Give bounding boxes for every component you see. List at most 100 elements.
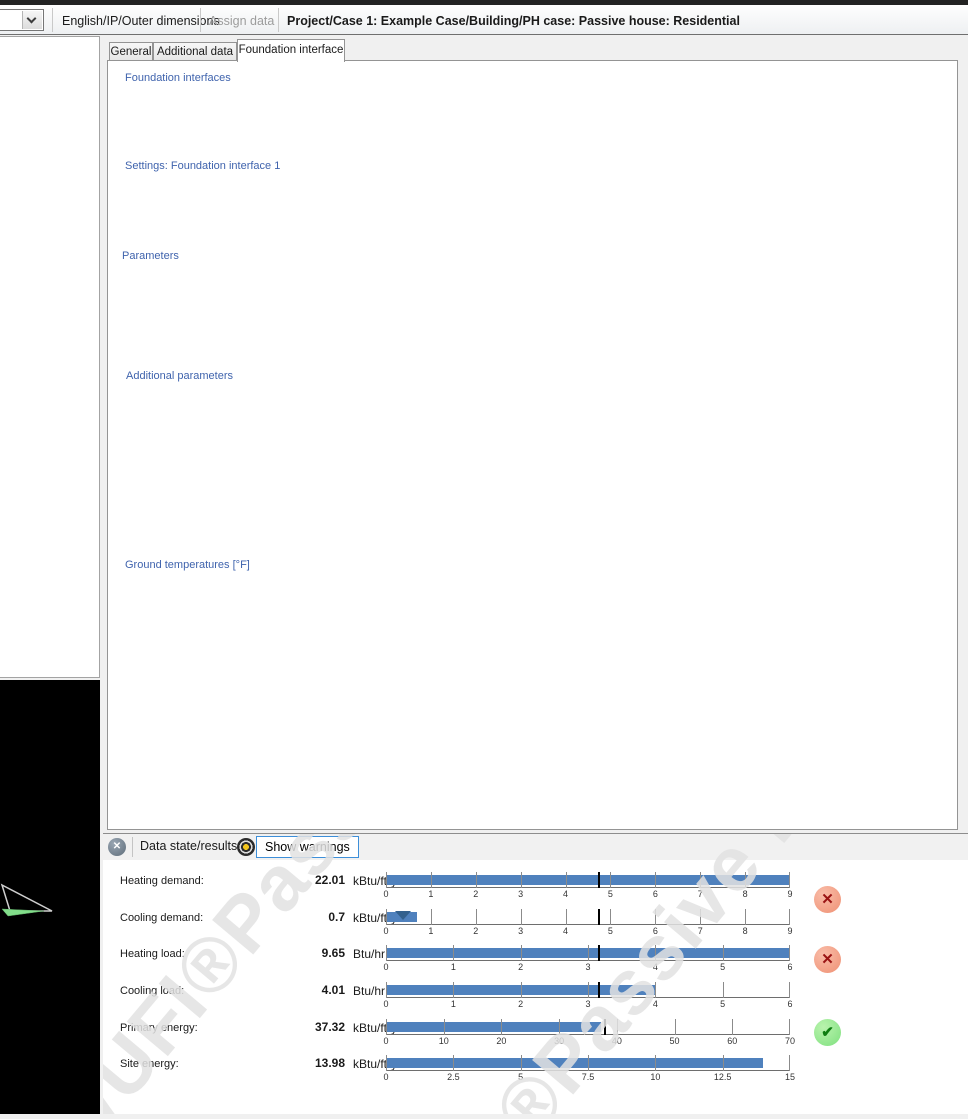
result-label: Heating load: <box>120 948 185 960</box>
tab-additional-data[interactable]: Additional data <box>153 42 237 61</box>
axis-tick-label: 7 <box>698 889 703 899</box>
result-label: Cooling load: <box>120 985 184 997</box>
axis-tick <box>610 909 611 925</box>
axis-tick <box>789 982 790 998</box>
axis-tick <box>386 872 387 888</box>
axis-tick <box>566 872 567 888</box>
axis-tick <box>521 1055 522 1071</box>
axis-tick-label: 1 <box>428 926 433 936</box>
axis-tick-label: 70 <box>785 1036 795 1046</box>
axis-tick-label: 2 <box>473 926 478 936</box>
value-bar <box>386 1022 601 1032</box>
axis-tick <box>453 945 454 961</box>
axis-tick-label: 4 <box>653 999 658 1009</box>
axis-tick-label: 7.5 <box>582 1072 595 1082</box>
result-value: 13.98 <box>261 1056 345 1070</box>
group-title: Additional parameters <box>122 370 237 382</box>
axis-labels: 0123456 <box>386 999 796 1010</box>
result-label: Site energy: <box>120 1058 179 1070</box>
results-charts-area: Heating demand:22.01kBtu/ft²yr0123456789… <box>103 860 968 1114</box>
chevron-down-icon[interactable] <box>22 11 42 29</box>
axis-labels: 02.557.51012.515 <box>386 1072 796 1083</box>
result-bar-chart <box>386 909 790 925</box>
fail-status-icon: ✕ <box>814 946 841 973</box>
tab-foundation-interface[interactable]: Foundation interface <box>237 39 345 62</box>
group-title: Foundation interfaces <box>121 72 235 84</box>
axis-tick-label: 12.5 <box>714 1072 732 1082</box>
axis-tick <box>655 945 656 961</box>
axis-tick-label: 6 <box>653 926 658 936</box>
close-icon[interactable]: ✕ <box>108 838 126 856</box>
axis-tick-label: 10 <box>439 1036 449 1046</box>
menu-language-mode[interactable]: English/IP/Outer dimensions <box>62 14 220 28</box>
axis-tick <box>745 909 746 925</box>
axis-tick-label: 9 <box>787 926 792 936</box>
axis-tick <box>723 945 724 961</box>
axis-tick-label: 9 <box>787 889 792 899</box>
axis-tick <box>789 945 790 961</box>
limit-marker <box>598 945 600 961</box>
axis-tick-label: 3 <box>585 962 590 972</box>
axis-tick-label: 40 <box>612 1036 622 1046</box>
axis-tick-label: 8 <box>743 889 748 899</box>
toolbar-separator <box>200 8 201 32</box>
axis-tick-label: 0 <box>383 1072 388 1082</box>
axis-tick <box>789 1019 790 1035</box>
axis-tick <box>655 1055 656 1071</box>
axis-tick <box>789 872 790 888</box>
axis-tick <box>386 945 387 961</box>
axis-tick <box>700 909 701 925</box>
axis-tick <box>745 872 746 888</box>
axis-labels: 0123456789 <box>386 926 796 937</box>
results-panel-title: Data state/results <box>140 839 237 853</box>
axis-tick <box>723 1055 724 1071</box>
axis-tick-label: 1 <box>451 999 456 1009</box>
result-bar-chart <box>386 872 790 888</box>
axis-tick-label: 4 <box>563 926 568 936</box>
axis-tick-label: 0 <box>383 889 388 899</box>
results-panel-header: ✕ Data state/results Show warnings <box>103 834 968 860</box>
result-bar-chart <box>386 1019 790 1035</box>
axis-tick-label: 6 <box>653 889 658 899</box>
axis-tick <box>655 982 656 998</box>
axis-tick <box>521 872 522 888</box>
axis-tick-label: 15 <box>785 1072 795 1082</box>
show-warnings-button[interactable]: Show warnings <box>256 836 359 858</box>
toolbar-combobox[interactable] <box>0 9 44 31</box>
axis-tick <box>617 1019 618 1035</box>
axis-tick <box>610 872 611 888</box>
axis-tick <box>700 872 701 888</box>
pass-status-icon: ✔ <box>814 1019 841 1046</box>
result-value: 9.65 <box>261 946 345 960</box>
axis-tick-label: 5 <box>720 999 725 1009</box>
result-value: 0.7 <box>261 910 345 924</box>
limit-marker <box>604 1019 606 1035</box>
axis-tick-label: 5 <box>720 962 725 972</box>
fail-status-icon: ✕ <box>814 886 841 913</box>
project-tree-panel <box>0 36 100 678</box>
pointer-marker-icon <box>395 911 411 920</box>
axis-tick-label: 0 <box>383 962 388 972</box>
viewport-3d[interactable] <box>0 680 100 1114</box>
axis-tick-label: 20 <box>496 1036 506 1046</box>
axis-tick-label: 8 <box>743 926 748 936</box>
group-title: Ground temperatures [°F] <box>121 559 254 571</box>
axis-tick-label: 6 <box>787 962 792 972</box>
axis-tick <box>453 982 454 998</box>
axis-tick <box>386 1055 387 1071</box>
result-bar-chart <box>386 982 790 998</box>
axis-tick <box>588 945 589 961</box>
result-value: 37.32 <box>261 1020 345 1034</box>
axis-tick <box>476 872 477 888</box>
axis-tick <box>521 909 522 925</box>
results-panel: ✕ Data state/results Show warnings Heati… <box>103 833 968 1114</box>
axis-tick-label: 2 <box>473 889 478 899</box>
building-wireframe <box>0 680 100 1114</box>
tab-general[interactable]: General <box>109 42 153 61</box>
foundation-interface-page <box>107 60 958 830</box>
menu-assign-data[interactable]: Assign data <box>209 14 274 28</box>
group-title: Settings: Foundation interface 1 <box>121 160 284 172</box>
separator <box>132 837 133 857</box>
axis-tick-label: 10 <box>650 1072 660 1082</box>
result-value: 22.01 <box>261 873 345 887</box>
